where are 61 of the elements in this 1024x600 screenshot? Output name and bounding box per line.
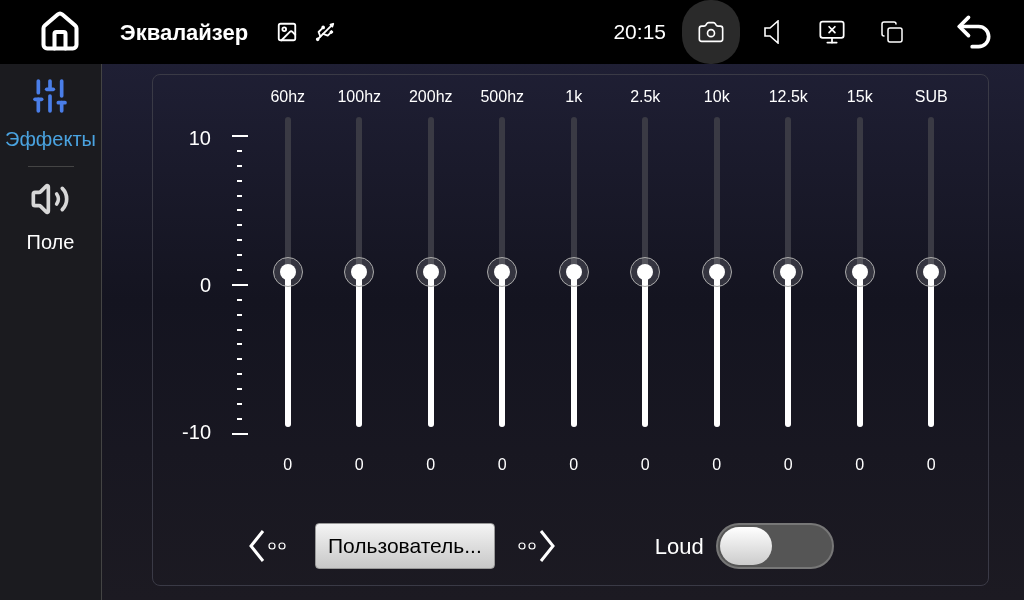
slider-thumb[interactable]	[773, 257, 804, 287]
band-value: 0	[354, 455, 364, 475]
band-value: 0	[926, 455, 936, 475]
band-label: 500hz	[480, 87, 525, 107]
band-value: 0	[497, 455, 507, 475]
previous-preset-button[interactable]	[249, 530, 287, 562]
chevron-dots-right-icon	[516, 530, 555, 562]
band-label: 1k	[565, 87, 583, 107]
sidebar-tab[interactable]: Эффекты	[1, 72, 100, 158]
loud-label: Loud	[654, 532, 704, 561]
windows-icon	[880, 20, 904, 44]
band-slider[interactable]	[915, 117, 948, 427]
band-label: 2.5k	[630, 87, 661, 107]
band-slider[interactable]	[629, 117, 662, 427]
slider-thumb[interactable]	[487, 257, 518, 287]
screen-x-icon	[818, 18, 846, 46]
preset-button[interactable]: Пользователь...	[315, 523, 495, 569]
band-slider[interactable]	[343, 117, 376, 427]
band-value: 0	[426, 455, 436, 475]
slider-thumb[interactable]	[630, 257, 661, 287]
band-value: 0	[569, 455, 579, 475]
slider-thumb[interactable]	[344, 257, 375, 287]
band-label: 10k	[703, 87, 730, 107]
band-slider[interactable]	[271, 117, 304, 427]
band-slider[interactable]	[772, 117, 805, 427]
slider-thumb[interactable]	[916, 257, 947, 287]
band-label: 200hz	[408, 87, 453, 107]
band-slider[interactable]	[414, 117, 447, 427]
band-value: 0	[783, 455, 793, 475]
sidebar-tab[interactable]: Поле	[22, 175, 79, 261]
band-slider[interactable]	[843, 117, 876, 427]
slider-thumb[interactable]	[701, 257, 732, 287]
band-slider[interactable]	[557, 117, 590, 427]
band-label: 100hz	[337, 87, 382, 107]
band-label: 12.5k	[768, 87, 808, 107]
band-label: 15k	[846, 87, 873, 107]
chevron-dots-left-icon	[249, 530, 287, 562]
band-label: 60hz	[270, 87, 306, 107]
window-title: Эквалайзер	[120, 18, 249, 47]
slider-thumb[interactable]	[272, 257, 303, 287]
slider-thumb[interactable]	[844, 257, 875, 287]
screenshot-button[interactable]	[682, 0, 740, 64]
scale-label: 0	[199, 273, 211, 298]
band-label: SUB	[914, 87, 948, 107]
band-value: 0	[283, 455, 293, 475]
slider-thumb[interactable]	[558, 257, 589, 287]
clock: 20:15	[613, 19, 666, 46]
slider-thumb[interactable]	[415, 257, 446, 287]
band-value: 0	[712, 455, 722, 475]
scale-label: 10	[188, 126, 211, 151]
image-icon	[276, 21, 299, 43]
next-preset-button[interactable]	[516, 530, 555, 562]
band-value: 0	[640, 455, 650, 475]
usb-icon	[314, 21, 337, 43]
scale-label: -10	[182, 420, 211, 445]
loud-toggle[interactable]	[715, 523, 834, 569]
band-value: 0	[855, 455, 865, 475]
speaker-icon	[764, 20, 780, 44]
home-icon	[38, 10, 82, 54]
band-slider[interactable]	[486, 117, 519, 427]
band-slider[interactable]	[700, 117, 733, 427]
